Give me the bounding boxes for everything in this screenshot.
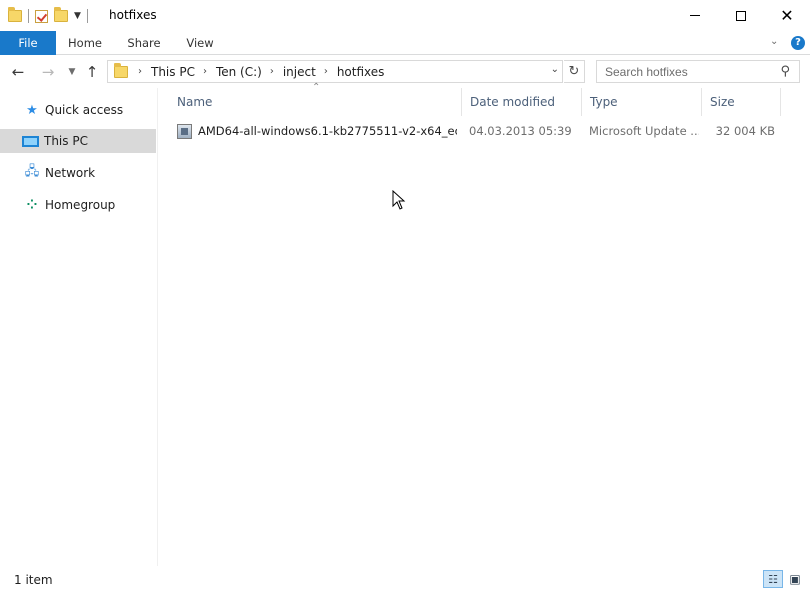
arrow-left-icon: ←: [11, 63, 25, 81]
breadcrumb-separator-icon[interactable]: ›: [270, 66, 274, 77]
search-box[interactable]: ⚲: [596, 60, 800, 83]
address-history-chevron-icon[interactable]: ⌄: [551, 64, 559, 75]
maximize-button[interactable]: [718, 0, 764, 31]
sidebar-item-label: Quick access: [45, 103, 124, 117]
up-button[interactable]: ↑: [82, 62, 102, 82]
folder-icon: [8, 7, 22, 22]
tab-home[interactable]: Home: [62, 31, 108, 55]
search-icon[interactable]: ⚲: [780, 64, 790, 79]
maximize-icon: [736, 10, 746, 21]
homegroup-icon: ⁘: [26, 197, 38, 213]
status-bar: 1 item ☷ ▣: [0, 566, 810, 592]
minimize-icon: [690, 15, 700, 16]
breadcrumb-drive-c[interactable]: Ten (C:): [216, 65, 262, 79]
tab-file[interactable]: File: [0, 31, 56, 55]
sidebar-item-label: Homegroup: [45, 198, 116, 212]
item-count: 1 item: [14, 573, 53, 587]
sidebar-item-homegroup[interactable]: ⁘ Homegroup: [0, 193, 156, 217]
sidebar-item-label: Network: [45, 166, 96, 180]
column-header-date-modified[interactable]: Date modified: [461, 88, 582, 116]
navigation-bar: ← → ▼ ↑ › This PC › Ten (C:) › inject › …: [0, 56, 810, 88]
file-list: ⌃ Name Date modified Type Size AMD64-all…: [160, 82, 810, 566]
back-button[interactable]: ←: [8, 62, 28, 82]
breadcrumb-inject[interactable]: inject: [283, 65, 316, 79]
arrow-up-icon: ↑: [85, 63, 99, 81]
sidebar-item-quick-access[interactable]: ★ Quick access: [0, 98, 156, 122]
table-row[interactable]: AMD64-all-windows6.1-kb2775511-v2-x64_ec…: [169, 118, 789, 144]
navigation-pane: ★ Quick access This PC 🖧 Network ⁘ Homeg…: [0, 88, 158, 566]
breadcrumb-separator-icon[interactable]: ›: [324, 66, 328, 77]
file-name: AMD64-all-windows6.1-kb2775511-v2-x64_ec…: [198, 124, 457, 138]
folder-icon: [114, 62, 128, 78]
file-type: Microsoft Update ...: [589, 124, 699, 138]
tab-view[interactable]: View: [180, 31, 220, 55]
network-icon: 🖧: [24, 164, 40, 179]
expand-ribbon-chevron-icon[interactable]: ⌄: [770, 36, 778, 47]
file-date-modified: 04.03.2013 05:39: [469, 124, 572, 138]
details-view-button[interactable]: ☷: [763, 570, 783, 588]
refresh-button[interactable]: ↻: [564, 60, 585, 83]
breadcrumb-separator-icon[interactable]: ›: [138, 66, 142, 77]
minimize-button[interactable]: [672, 0, 718, 31]
column-header-size[interactable]: Size: [701, 88, 781, 116]
refresh-icon: ↻: [568, 64, 580, 79]
chevron-down-icon: ▼: [68, 67, 76, 77]
search-input[interactable]: [597, 61, 767, 82]
star-icon: ★: [26, 102, 38, 118]
large-icons-view-icon: ▣: [789, 572, 801, 586]
computer-icon: [22, 135, 39, 147]
sidebar-item-network[interactable]: 🖧 Network: [0, 161, 156, 185]
sidebar-item-label: This PC: [44, 134, 88, 148]
help-icon[interactable]: ?: [791, 36, 805, 50]
details-view-icon: ☷: [768, 572, 778, 586]
column-header-name[interactable]: Name: [169, 88, 463, 116]
new-folder-icon[interactable]: [54, 7, 68, 22]
close-icon: ✕: [780, 5, 794, 25]
address-bar[interactable]: › This PC › Ten (C:) › inject › hotfixes…: [107, 60, 563, 83]
file-size: 32 004 KB: [715, 124, 775, 138]
large-icons-view-button[interactable]: ▣: [787, 571, 803, 587]
arrow-right-icon: →: [41, 63, 55, 81]
properties-icon[interactable]: [35, 9, 48, 23]
toolbar-separator: [86, 9, 88, 23]
tab-share[interactable]: Share: [122, 31, 166, 55]
breadcrumb-this-pc[interactable]: This PC: [151, 65, 195, 79]
toolbar-separator: [28, 9, 29, 23]
window-title: hotfixes: [109, 8, 157, 22]
recent-locations-button[interactable]: ▼: [62, 62, 82, 82]
mouse-pointer-icon: [392, 190, 406, 210]
breadcrumb-hotfixes[interactable]: hotfixes: [337, 65, 385, 79]
msu-file-icon: [177, 123, 192, 139]
quick-access-toolbar: ▼: [8, 7, 88, 25]
file-name-cell[interactable]: AMD64-all-windows6.1-kb2775511-v2-x64_ec…: [177, 118, 457, 144]
customize-toolbar-chevron-icon[interactable]: ▼: [74, 11, 81, 21]
sidebar-item-this-pc[interactable]: This PC: [0, 129, 156, 153]
forward-button[interactable]: →: [38, 62, 58, 82]
column-header-type[interactable]: Type: [581, 88, 702, 116]
close-button[interactable]: ✕: [764, 0, 810, 31]
ribbon-tabs: File Home Share View ⌄ ?: [0, 31, 810, 55]
title-bar: ▼ hotfixes ✕: [0, 0, 810, 31]
breadcrumb-separator-icon[interactable]: ›: [203, 66, 207, 77]
